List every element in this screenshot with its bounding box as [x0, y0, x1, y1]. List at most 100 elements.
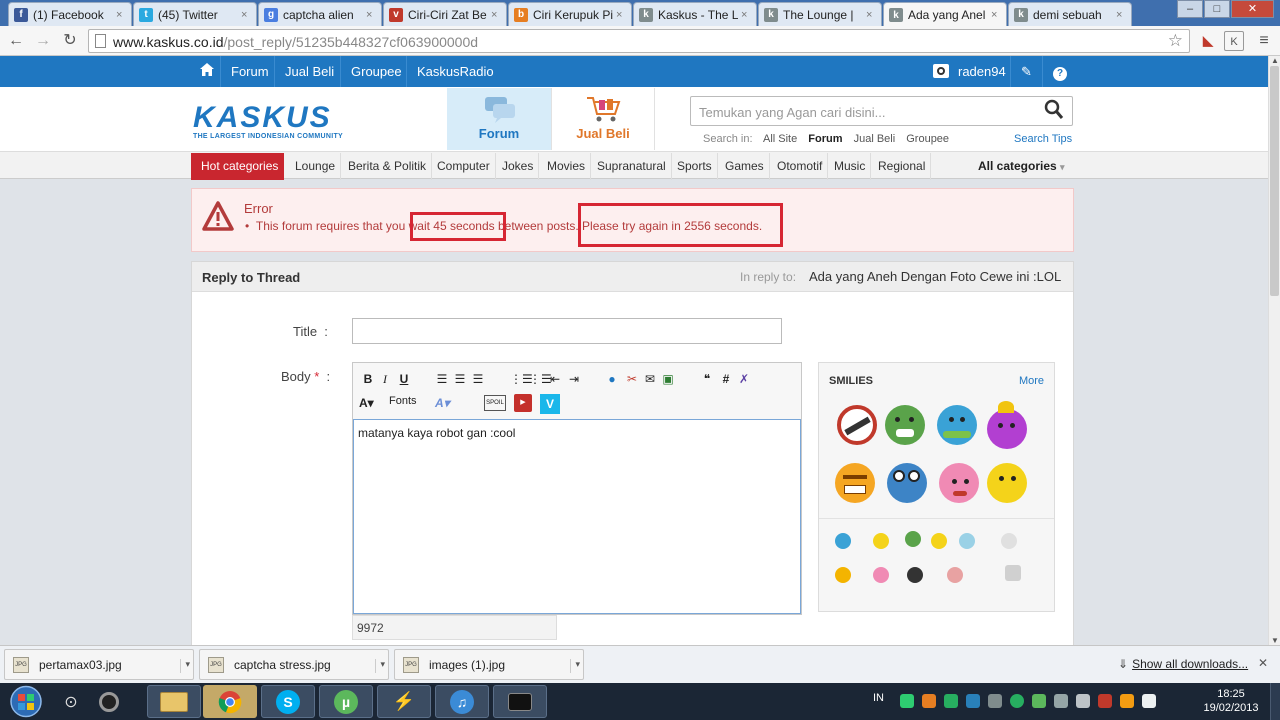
category-jokes[interactable]: Jokes	[497, 153, 540, 180]
taskbar-app-chrome-icon[interactable]	[203, 685, 257, 718]
text-color-icon[interactable]: A▾	[359, 394, 374, 412]
close-tab-icon[interactable]: ×	[866, 9, 876, 21]
search-in-forum[interactable]: Forum	[808, 133, 842, 145]
smilies-more-link[interactable]: More	[1019, 375, 1044, 387]
insert-image-icon[interactable]: ▣	[661, 370, 675, 388]
search-input[interactable]: Temukan yang Agan cari disini...	[690, 96, 1073, 126]
home-icon[interactable]	[194, 56, 220, 87]
indent-icon[interactable]: ⇥	[567, 370, 581, 388]
email-icon[interactable]: ✉	[643, 370, 657, 388]
address-bar[interactable]: www.kaskus.co.id/post_reply/51235b448327…	[88, 29, 1190, 53]
menu-wrench-icon[interactable]: ≡	[1254, 31, 1274, 51]
category-regional[interactable]: Regional	[873, 153, 932, 180]
tray-app2-icon[interactable]	[1032, 694, 1046, 708]
category-berita-politik[interactable]: Berita & Politik	[343, 153, 433, 180]
close-window-button[interactable]: ✕	[1231, 0, 1274, 18]
category-music[interactable]: Music	[829, 153, 872, 180]
smiley-small-black-icon[interactable]	[907, 567, 923, 583]
category-sports[interactable]: Sports	[672, 153, 718, 180]
tray-app3-icon[interactable]	[1054, 694, 1068, 708]
scrollbar-thumb[interactable]	[1270, 66, 1279, 296]
browser-tab[interactable]: t (45) Twitter ×	[133, 2, 257, 26]
scroll-down-icon[interactable]: ▼	[1271, 636, 1279, 645]
extension-adblock-icon[interactable]: ◣	[1198, 31, 1218, 51]
tray-skype-icon[interactable]	[966, 694, 980, 708]
category-games[interactable]: Games	[720, 153, 770, 180]
reload-icon[interactable]: ↻	[60, 31, 80, 51]
kaskus-logo[interactable]: KASKUS THE LARGEST INDONESIAN COMMUNITY	[193, 101, 343, 140]
vimeo-icon[interactable]: V	[540, 394, 560, 414]
browser-tab[interactable]: v Ciri-Ciri Zat Be ×	[383, 2, 507, 26]
help-icon[interactable]: ?	[1042, 56, 1074, 87]
smiley-yellow-icon[interactable]	[987, 463, 1027, 503]
browser-tab[interactable]: k Kaskus - The L ×	[633, 2, 757, 26]
close-tab-icon[interactable]: ×	[741, 9, 751, 21]
smiley-blue-bird-icon[interactable]	[937, 405, 977, 445]
browser-tab[interactable]: k Ada yang Anel ×	[883, 2, 1007, 27]
close-tab-icon[interactable]: ×	[1116, 9, 1126, 21]
tray-monitor-icon[interactable]	[988, 694, 1002, 708]
browser-tab[interactable]: f (1) Facebook ×	[8, 2, 132, 26]
back-icon[interactable]: ←	[6, 31, 26, 51]
taskbar-app-explorer-icon[interactable]	[147, 685, 201, 718]
fonts-dropdown[interactable]: Fonts	[389, 395, 417, 407]
spoiler-icon[interactable]: SPOIL	[484, 395, 506, 411]
close-tab-icon[interactable]: ×	[616, 9, 626, 21]
page-scrollbar[interactable]: ▲ ▼	[1268, 56, 1280, 645]
smiley-small-bubble-icon[interactable]	[959, 533, 975, 549]
scroll-up-icon[interactable]: ▲	[1271, 56, 1279, 65]
minimize-button[interactable]: –	[1177, 0, 1203, 18]
smiley-green-monster-icon[interactable]	[885, 405, 925, 445]
nav-forum[interactable]: Forum	[220, 56, 279, 87]
nav-groupee[interactable]: Groupee	[340, 56, 412, 87]
code-hash-icon[interactable]: #	[719, 370, 733, 388]
download-menu-arrow[interactable]: ▾	[180, 659, 190, 673]
smiley-small-yellow-icon[interactable]	[931, 533, 947, 549]
smiley-angry-grin-icon[interactable]	[835, 463, 875, 503]
download-menu-arrow[interactable]: ▾	[375, 659, 385, 673]
smiley-pink-girl-icon[interactable]	[939, 463, 979, 503]
taskbar-app-power-icon[interactable]: ⊙	[56, 685, 86, 718]
link-globe-icon[interactable]: ●	[605, 370, 619, 388]
bookmark-star-icon[interactable]: ☆	[1168, 31, 1183, 51]
forward-icon[interactable]: →	[33, 31, 53, 51]
language-indicator[interactable]: IN	[873, 692, 884, 704]
taskbar-app-media-icon[interactable]	[92, 685, 126, 718]
unlink-icon[interactable]: ✂	[625, 370, 639, 388]
youtube-icon[interactable]: ▶	[514, 394, 532, 412]
tray-utorrent-icon[interactable]	[1010, 694, 1024, 708]
jual-beli-button[interactable]: Jual Beli	[551, 88, 655, 150]
browser-tab[interactable]: k demi sebuah ×	[1008, 2, 1132, 26]
search-in-jual-beli[interactable]: Jual Beli	[854, 133, 896, 145]
close-tab-icon[interactable]: ×	[491, 9, 501, 21]
tray-network2-icon[interactable]	[1076, 694, 1090, 708]
taskbar-app-winamp-icon[interactable]: ⚡	[377, 685, 431, 718]
smiley-blue-goggles-icon[interactable]	[887, 463, 927, 503]
category-computer[interactable]: Computer	[432, 153, 496, 180]
body-textarea[interactable]: matanya kaya robot gan :cool	[353, 419, 801, 614]
browser-tab[interactable]: b Ciri Kerupuk Pi ×	[508, 2, 632, 26]
extension-k-icon[interactable]: K	[1224, 31, 1244, 51]
taskbar-app-skype-icon[interactable]: S	[261, 685, 315, 718]
align-right-icon[interactable]: ☰	[471, 370, 485, 388]
user-avatar[interactable]	[933, 64, 949, 78]
search-icon[interactable]	[1044, 99, 1064, 126]
username[interactable]: raden94	[948, 56, 1016, 87]
quote-icon[interactable]: ❝	[700, 370, 714, 388]
close-downloads-icon[interactable]: ✕	[1258, 656, 1268, 670]
smiley-small-pink-icon[interactable]	[947, 567, 963, 583]
search-in-all-site[interactable]: All Site	[763, 133, 797, 145]
browser-tab[interactable]: k The Lounge | ×	[758, 2, 882, 26]
tray-network-icon[interactable]	[900, 694, 914, 708]
smiley-small-sign-icon[interactable]	[1001, 533, 1017, 549]
thread-title-link[interactable]: Ada yang Aneh Dengan Foto Cewe ini :LOL	[809, 269, 1061, 284]
bold-button[interactable]: B	[361, 370, 375, 388]
close-tab-icon[interactable]: ×	[366, 9, 376, 21]
smiley-sara-icon[interactable]	[837, 405, 877, 445]
show-desktop-button[interactable]	[1270, 683, 1280, 720]
browser-tab[interactable]: g captcha alien ×	[258, 2, 382, 26]
download-item[interactable]: JPG pertamax03.jpg ▾	[4, 649, 194, 680]
align-left-icon[interactable]: ☰	[435, 370, 449, 388]
smiley-small-board-icon[interactable]	[1005, 565, 1021, 581]
edit-pencil-icon[interactable]: ✎	[1010, 56, 1042, 87]
